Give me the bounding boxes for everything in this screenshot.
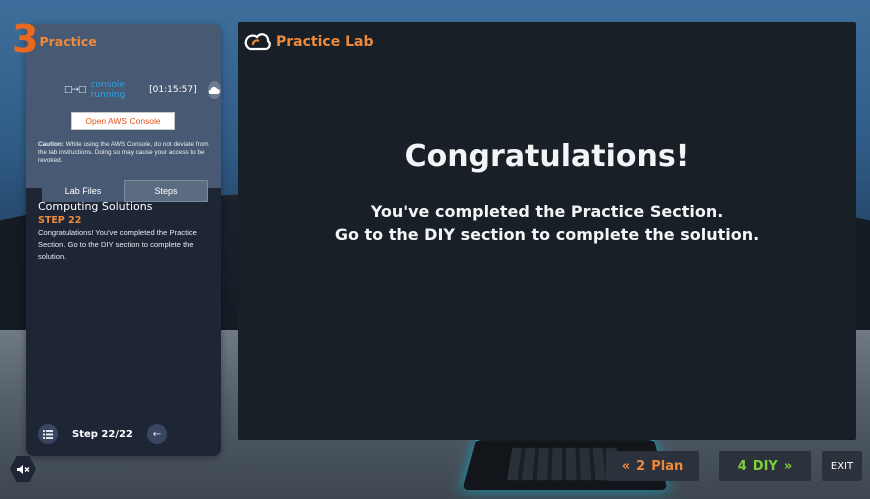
open-aws-console-button[interactable]: Open AWS Console <box>71 112 175 130</box>
caution-label: Caution: <box>38 141 64 148</box>
completion-message-line-1: You've completed the Practice Section. <box>370 202 724 221</box>
brand: Practice Lab <box>244 32 373 52</box>
tab-lab-files[interactable]: Lab Files <box>42 180 124 202</box>
back-arrow-icon[interactable]: ← <box>146 424 167 444</box>
congratulations-title: Congratulations! <box>404 139 690 174</box>
session-timer: [01:15:57] <box>149 85 197 95</box>
step-text: Congratulations! You've completed the Pr… <box>38 228 197 261</box>
next-section-label: DIY <box>752 458 778 474</box>
double-chevron-left-icon: « <box>621 458 631 474</box>
practice-lab-panel: Practice Lab Congratulations! You've com… <box>238 22 856 440</box>
practice-lab-logo-icon <box>244 32 272 52</box>
lab-sidebar: □→□ console running [01:15:57] Open AWS … <box>26 24 221 456</box>
step-content: Computing Solutions STEP 22 Congratulati… <box>38 200 212 263</box>
caution-notice: Caution: While using the AWS Console, do… <box>38 141 218 165</box>
console-status: console running <box>90 80 126 100</box>
previous-section-label: Plan <box>651 458 684 474</box>
section-header: 3 Practice <box>12 20 97 58</box>
previous-section-number: 2 <box>636 458 646 474</box>
step-counter: Step 22/22 <box>72 428 133 440</box>
section-number: 3 <box>12 17 38 61</box>
console-status-row: □→□ console running [01:15:57] <box>64 80 221 100</box>
next-section-button[interactable]: 4 DIY » <box>719 451 811 481</box>
previous-section-button[interactable]: « 2 Plan <box>606 451 699 481</box>
cloud-icon[interactable] <box>207 81 221 99</box>
caution-text: While using the AWS Console, do not devi… <box>38 141 209 164</box>
console-icon: □→□ <box>64 85 87 95</box>
step-heading: Computing Solutions <box>38 200 153 213</box>
double-chevron-right-icon: » <box>783 458 793 474</box>
section-title: Practice <box>39 33 97 49</box>
brand-name: Practice Lab <box>276 34 374 50</box>
tab-steps[interactable]: Steps <box>124 180 208 202</box>
list-icon[interactable] <box>38 424 58 444</box>
step-label: STEP 22 <box>38 215 82 226</box>
exit-button[interactable]: EXIT <box>822 451 862 481</box>
completion-message-line-2: Go to the DIY section to complete the so… <box>334 225 760 244</box>
next-section-number: 4 <box>737 458 747 474</box>
sidebar-footer: Step 22/22 ← <box>38 424 167 444</box>
sidebar-tabs: Lab Files Steps <box>42 180 208 202</box>
